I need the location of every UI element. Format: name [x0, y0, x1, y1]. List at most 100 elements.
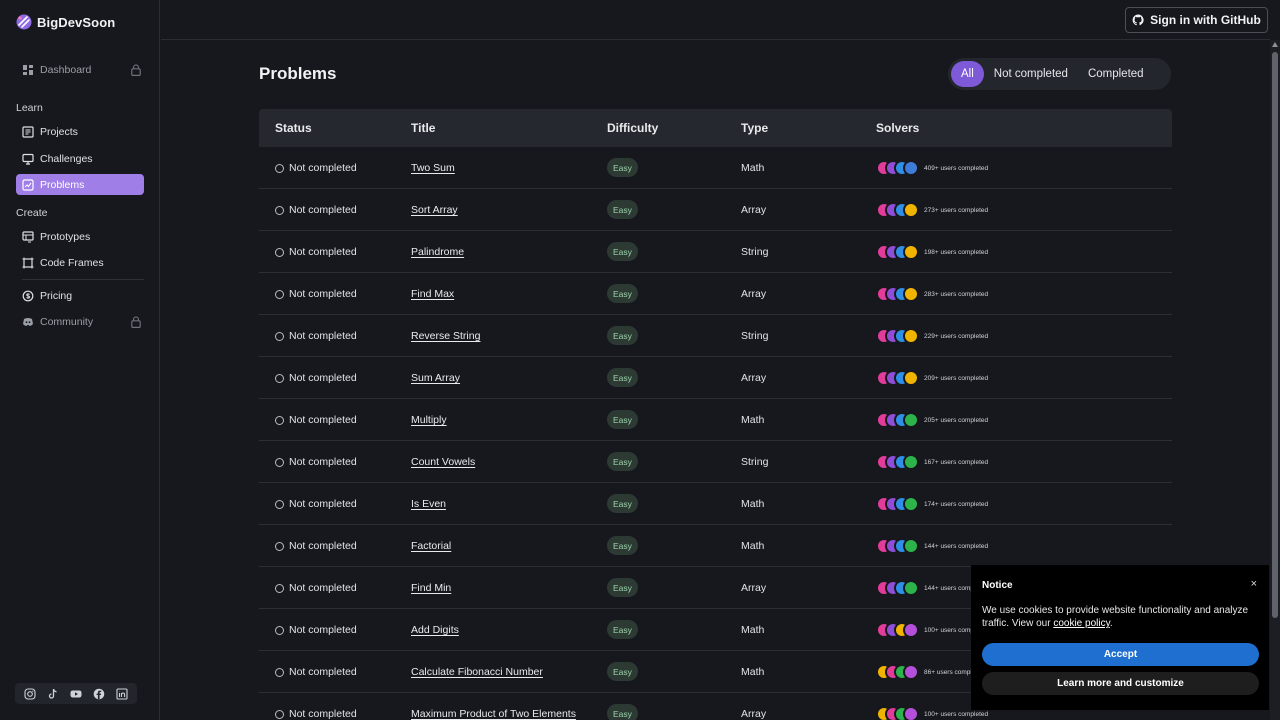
table-row[interactable]: Not completed Find Max Easy Array 283+ u… [259, 273, 1172, 315]
problem-title-link[interactable]: Palindrome [411, 246, 464, 258]
problem-title-link[interactable]: Find Max [411, 288, 454, 300]
difficulty-badge: Easy [607, 452, 638, 471]
close-icon[interactable]: × [1251, 578, 1257, 590]
status-circle-icon [275, 709, 284, 719]
solvers-cell: 144+ users completed [876, 538, 988, 554]
linkedin-icon[interactable] [116, 687, 128, 700]
column-header-difficulty[interactable]: Difficulty [607, 121, 658, 135]
status-label: Not completed [289, 582, 357, 594]
brand-logo[interactable]: BigDevSoon [16, 14, 115, 30]
type-label: String [741, 330, 769, 342]
filter-all[interactable]: All [951, 61, 984, 87]
sidebar-item-community[interactable]: Community [16, 311, 144, 332]
sidebar-item-label: Projects [40, 125, 78, 138]
filter-not-completed[interactable]: Not completed [984, 61, 1078, 87]
table-row[interactable]: Not completed Count Vowels Easy String 1… [259, 441, 1172, 483]
cookie-text-end: . [1109, 618, 1113, 629]
column-header-title[interactable]: Title [411, 121, 435, 135]
solver-avatar [903, 370, 919, 386]
sidebar-item-prototypes[interactable]: Prototypes [16, 226, 144, 247]
solver-count: 273+ users completed [924, 206, 989, 214]
status-circle-icon [275, 205, 284, 215]
accept-cookies-button[interactable]: Accept [982, 643, 1259, 666]
solver-count: 229+ users completed [924, 332, 989, 340]
filter-completed[interactable]: Completed [1078, 61, 1154, 87]
solver-avatar [903, 664, 919, 680]
solver-avatars [876, 664, 919, 680]
table-row[interactable]: Not completed Two Sum Easy Math 409+ use… [259, 147, 1172, 189]
status-label: Not completed [289, 372, 357, 384]
table-row[interactable]: Not completed Palindrome Easy String 198… [259, 231, 1172, 273]
scroll-up-arrow[interactable] [1272, 42, 1278, 47]
difficulty-badge: Easy [607, 494, 638, 513]
table-row[interactable]: Not completed Reverse String Easy String… [259, 315, 1172, 357]
sidebar-item-label: Dashboard [40, 63, 92, 76]
problem-title-link[interactable]: Factorial [411, 540, 451, 552]
cookie-policy-link[interactable]: cookie policy [1053, 618, 1110, 629]
column-header-status[interactable]: Status [275, 121, 312, 135]
cookie-notice: Notice × We use cookies to provide websi… [971, 565, 1269, 710]
difficulty-badge: Easy [607, 578, 638, 597]
sidebar-item-problems[interactable]: Problems [16, 174, 144, 195]
sidebar-item-label: Pricing [40, 289, 73, 302]
learn-more-customize-button[interactable]: Learn more and customize [982, 672, 1259, 695]
sidebar-item-label: Prototypes [40, 230, 91, 243]
problem-title-link[interactable]: Calculate Fibonacci Number [411, 666, 543, 678]
table-row[interactable]: Not completed Factorial Easy Math 144+ u… [259, 525, 1172, 567]
sidebar-item-challenges[interactable]: Challenges [16, 148, 144, 169]
prototypes-icon [22, 230, 34, 242]
status-circle-icon [275, 541, 284, 551]
column-header-solvers[interactable]: Solvers [876, 121, 919, 135]
table-row[interactable]: Not completed Sort Array Easy Array 273+… [259, 189, 1172, 231]
cookie-notice-title: Notice [982, 580, 1013, 591]
problem-title-link[interactable]: Is Even [411, 498, 446, 510]
status-cell: Not completed [275, 204, 357, 216]
solver-avatars [876, 328, 919, 344]
instagram-icon[interactable] [24, 687, 36, 700]
problem-title-link[interactable]: Reverse String [411, 330, 480, 342]
status-label: Not completed [289, 330, 357, 342]
discord-icon [23, 317, 33, 326]
solver-avatar [903, 706, 919, 720]
problem-title-link[interactable]: Count Vowels [411, 456, 475, 468]
sidebar-item-dashboard[interactable]: Dashboard [16, 59, 144, 80]
type-label: String [741, 456, 769, 468]
problem-title-link[interactable]: Sort Array [411, 204, 458, 216]
facebook-icon[interactable] [93, 688, 105, 700]
difficulty-badge: Easy [607, 200, 638, 219]
sidebar: BigDevSoon Dashboard Learn Projects Chal… [0, 0, 160, 720]
code-frames-icon [22, 257, 34, 268]
sign-in-github-button[interactable]: Sign in with GitHub [1125, 7, 1268, 33]
sidebar-item-label: Community [40, 315, 94, 328]
scroll-thumb[interactable] [1272, 52, 1278, 618]
column-header-type[interactable]: Type [741, 121, 768, 135]
solver-avatar [903, 454, 919, 470]
difficulty-badge: Easy [607, 704, 638, 720]
difficulty-badge: Easy [607, 326, 638, 345]
youtube-icon[interactable] [70, 688, 82, 700]
problem-title-link[interactable]: Add Digits [411, 624, 459, 636]
status-cell: Not completed [275, 498, 357, 510]
difficulty-badge: Easy [607, 242, 638, 261]
table-row[interactable]: Not completed Multiply Easy Math 205+ us… [259, 399, 1172, 441]
table-row[interactable]: Not completed Is Even Easy Math 174+ use… [259, 483, 1172, 525]
solvers-cell: 209+ users completed [876, 370, 988, 386]
solver-avatars [876, 412, 919, 428]
sidebar-item-pricing[interactable]: Pricing [16, 285, 144, 306]
sidebar-item-projects[interactable]: Projects [16, 121, 144, 142]
problem-title-link[interactable]: Sum Array [411, 372, 460, 384]
page-scrollbar[interactable] [1270, 40, 1280, 720]
problem-title-link[interactable]: Two Sum [411, 162, 455, 174]
type-label: Array [741, 204, 767, 216]
pricing-icon [22, 290, 34, 301]
solver-avatar [903, 160, 919, 176]
table-row[interactable]: Not completed Sum Array Easy Array 209+ … [259, 357, 1172, 399]
problem-title-link[interactable]: Maximum Product of Two Elements [411, 708, 576, 720]
solver-count: 174+ users completed [924, 500, 989, 508]
problem-title-link[interactable]: Find Min [411, 582, 451, 594]
sidebar-item-code-frames[interactable]: Code Frames [16, 252, 144, 273]
problem-title-link[interactable]: Multiply [411, 414, 447, 426]
status-cell: Not completed [275, 162, 357, 174]
tiktok-icon[interactable] [47, 688, 59, 700]
status-cell: Not completed [275, 624, 357, 636]
